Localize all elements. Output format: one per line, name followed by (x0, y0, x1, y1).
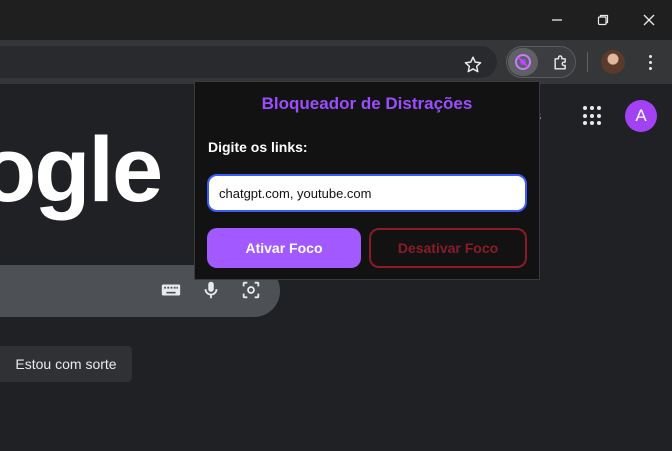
activate-focus-button[interactable]: Ativar Foco (207, 228, 361, 268)
puzzle-icon[interactable] (551, 53, 571, 73)
links-input[interactable] (207, 174, 527, 212)
extension-popup: Bloqueador de Distrações Digite os links… (194, 81, 540, 280)
links-label: Digite os links: (208, 139, 308, 155)
close-icon[interactable] (626, 0, 672, 40)
extensions-group (506, 46, 576, 78)
restore-icon[interactable] (580, 0, 626, 40)
microphone-icon[interactable] (200, 279, 222, 301)
lucky-button[interactable]: Estou com sorte (0, 346, 132, 382)
browser-titlebar (0, 0, 672, 40)
profile-icon[interactable] (601, 50, 625, 74)
kebab-menu-icon[interactable] (640, 52, 660, 72)
toolbar-separator (587, 52, 588, 72)
deactivate-focus-button[interactable]: Desativar Foco (369, 228, 527, 268)
account-avatar[interactable]: A (625, 100, 657, 132)
address-bar[interactable] (0, 46, 497, 78)
browser-toolbar (0, 40, 672, 84)
extension-icon[interactable] (508, 48, 538, 76)
star-icon[interactable] (462, 54, 484, 76)
apps-grid-icon[interactable] (583, 106, 603, 126)
google-logo: ogle (0, 119, 163, 221)
lens-icon[interactable] (240, 279, 262, 301)
minimize-icon[interactable] (534, 0, 580, 40)
popup-title: Bloqueador de Distrações (261, 94, 473, 113)
keyboard-icon[interactable] (160, 279, 182, 301)
